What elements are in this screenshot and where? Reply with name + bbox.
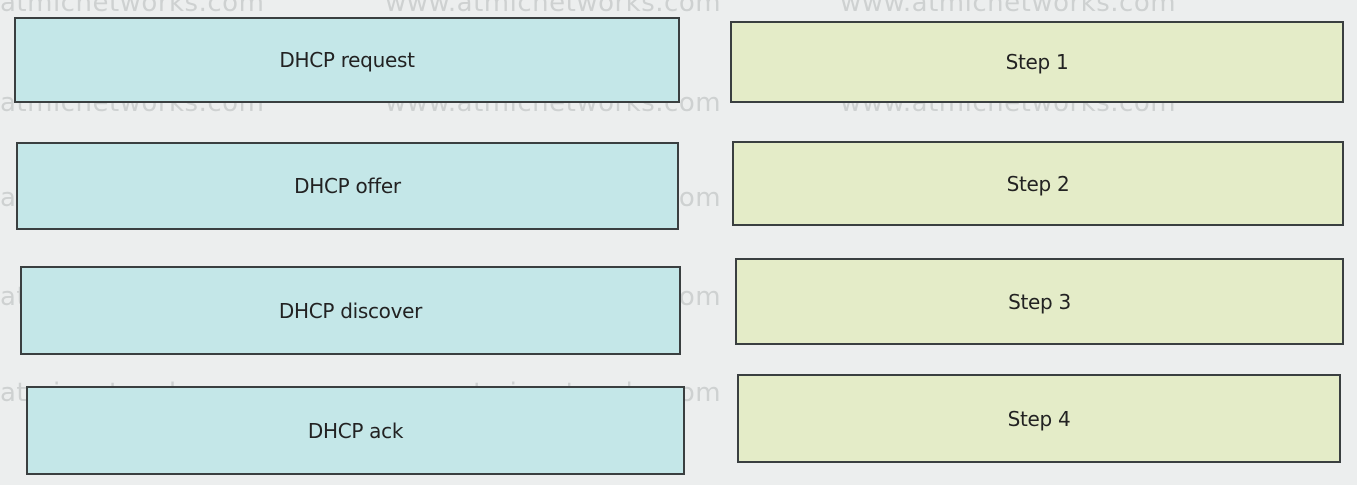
drop-target-step-3[interactable]: Step 3 xyxy=(735,258,1344,345)
drag-item-label: DHCP discover xyxy=(278,298,423,323)
drag-item-dhcp-offer[interactable]: DHCP offer xyxy=(16,142,679,230)
drag-item-label: DHCP ack xyxy=(307,418,404,443)
drag-item-dhcp-request[interactable]: DHCP request xyxy=(14,17,680,103)
drag-item-label: DHCP request xyxy=(279,48,415,72)
drag-item-label: DHCP offer xyxy=(294,174,401,198)
watermark-text: www.atmicnetworks.com xyxy=(385,0,722,18)
watermark-text: atmicnetworks.com xyxy=(0,0,265,18)
drop-target-label: Step 4 xyxy=(1007,406,1071,431)
drop-target-label: Step 2 xyxy=(1006,171,1070,196)
drag-item-dhcp-ack[interactable]: DHCP ack xyxy=(26,386,685,475)
drop-target-label: Step 1 xyxy=(1005,50,1069,74)
drop-target-step-4[interactable]: Step 4 xyxy=(737,374,1341,463)
watermark-text: www.atmicnetworks.com xyxy=(840,0,1177,18)
drop-target-step-2[interactable]: Step 2 xyxy=(732,141,1344,226)
drop-target-label: Step 3 xyxy=(1008,289,1071,314)
drop-target-step-1[interactable]: Step 1 xyxy=(730,21,1344,103)
drag-item-dhcp-discover[interactable]: DHCP discover xyxy=(20,266,681,355)
